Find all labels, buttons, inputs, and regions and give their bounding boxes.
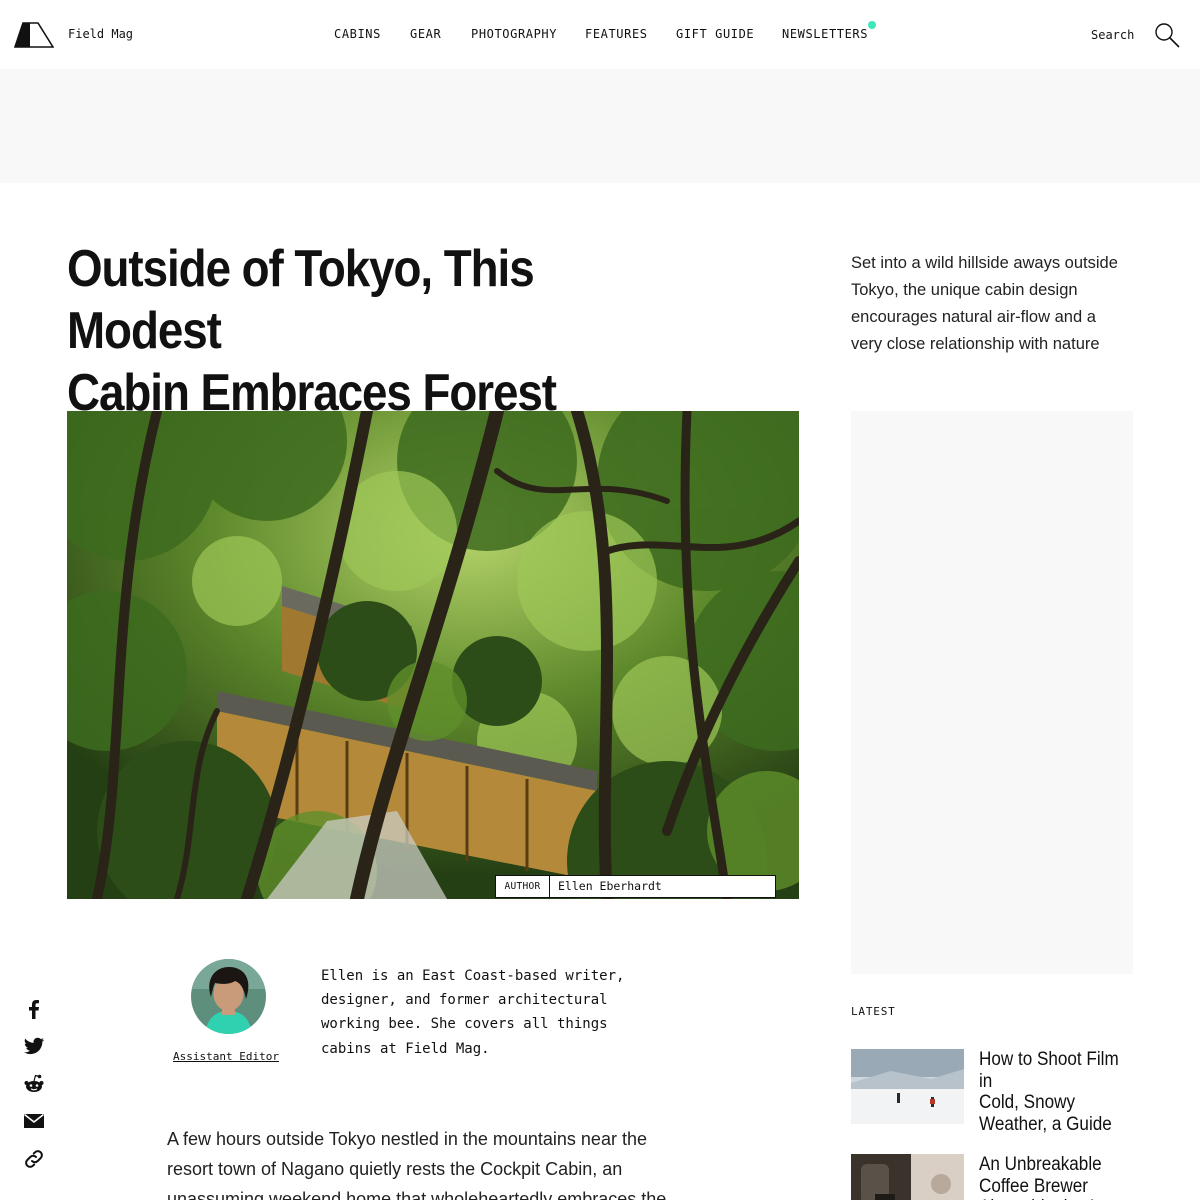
latest-thumbnail[interactable] bbox=[851, 1049, 964, 1124]
newsletter-indicator-dot bbox=[868, 21, 876, 29]
author-bio: Ellen is an East Coast-based writer, des… bbox=[321, 968, 625, 1057]
facebook-icon[interactable] bbox=[22, 997, 46, 1021]
nav-photography[interactable]: PHOTOGRAPHY bbox=[471, 27, 557, 41]
site-header: Field Mag CABINS GEAR PHOTOGRAPHY FEATUR… bbox=[0, 0, 1200, 69]
author-role-link[interactable]: Assistant Editor bbox=[173, 1050, 279, 1063]
hero-image bbox=[67, 411, 799, 899]
search-icon[interactable] bbox=[1154, 22, 1180, 48]
email-icon[interactable] bbox=[22, 1109, 46, 1133]
link-icon[interactable] bbox=[22, 1147, 46, 1171]
nav-cabins[interactable]: CABINS bbox=[334, 27, 381, 41]
sidebar-ad bbox=[851, 411, 1133, 974]
photo-credit-name[interactable]: Ellen Eberhardt bbox=[558, 876, 662, 897]
latest-thumbnail[interactable] bbox=[851, 1154, 964, 1200]
latest-item-title[interactable]: How to Shoot Film in Cold, Snowy Weather… bbox=[979, 1049, 1137, 1135]
article-body: A few hours outside Tokyo nestled in the… bbox=[167, 1129, 667, 1200]
photo-credit: AUTHOR Ellen Eberhardt bbox=[495, 875, 776, 898]
latest-heading: LATEST bbox=[851, 1005, 896, 1018]
ad-banner bbox=[0, 69, 1200, 183]
nav-newsletters[interactable]: NEWSLETTERS bbox=[782, 27, 868, 41]
nav-features[interactable]: FEATURES bbox=[585, 27, 648, 41]
search-label[interactable]: Search bbox=[1091, 28, 1134, 42]
article-deck: Set into a wild hillside aways outside T… bbox=[851, 254, 1118, 353]
main-nav: CABINS GEAR PHOTOGRAPHY FEATURES GIFT GU… bbox=[0, 27, 1200, 43]
twitter-icon[interactable] bbox=[22, 1034, 46, 1058]
nav-gear[interactable]: GEAR bbox=[410, 27, 441, 41]
nav-gift-guide[interactable]: GIFT GUIDE bbox=[676, 27, 754, 41]
photo-credit-label: AUTHOR bbox=[496, 876, 550, 897]
latest-item-title[interactable]: An Unbreakable Coffee Brewer Alongside t… bbox=[979, 1154, 1137, 1200]
reddit-icon[interactable] bbox=[22, 1072, 46, 1096]
author-avatar[interactable] bbox=[191, 959, 266, 1034]
